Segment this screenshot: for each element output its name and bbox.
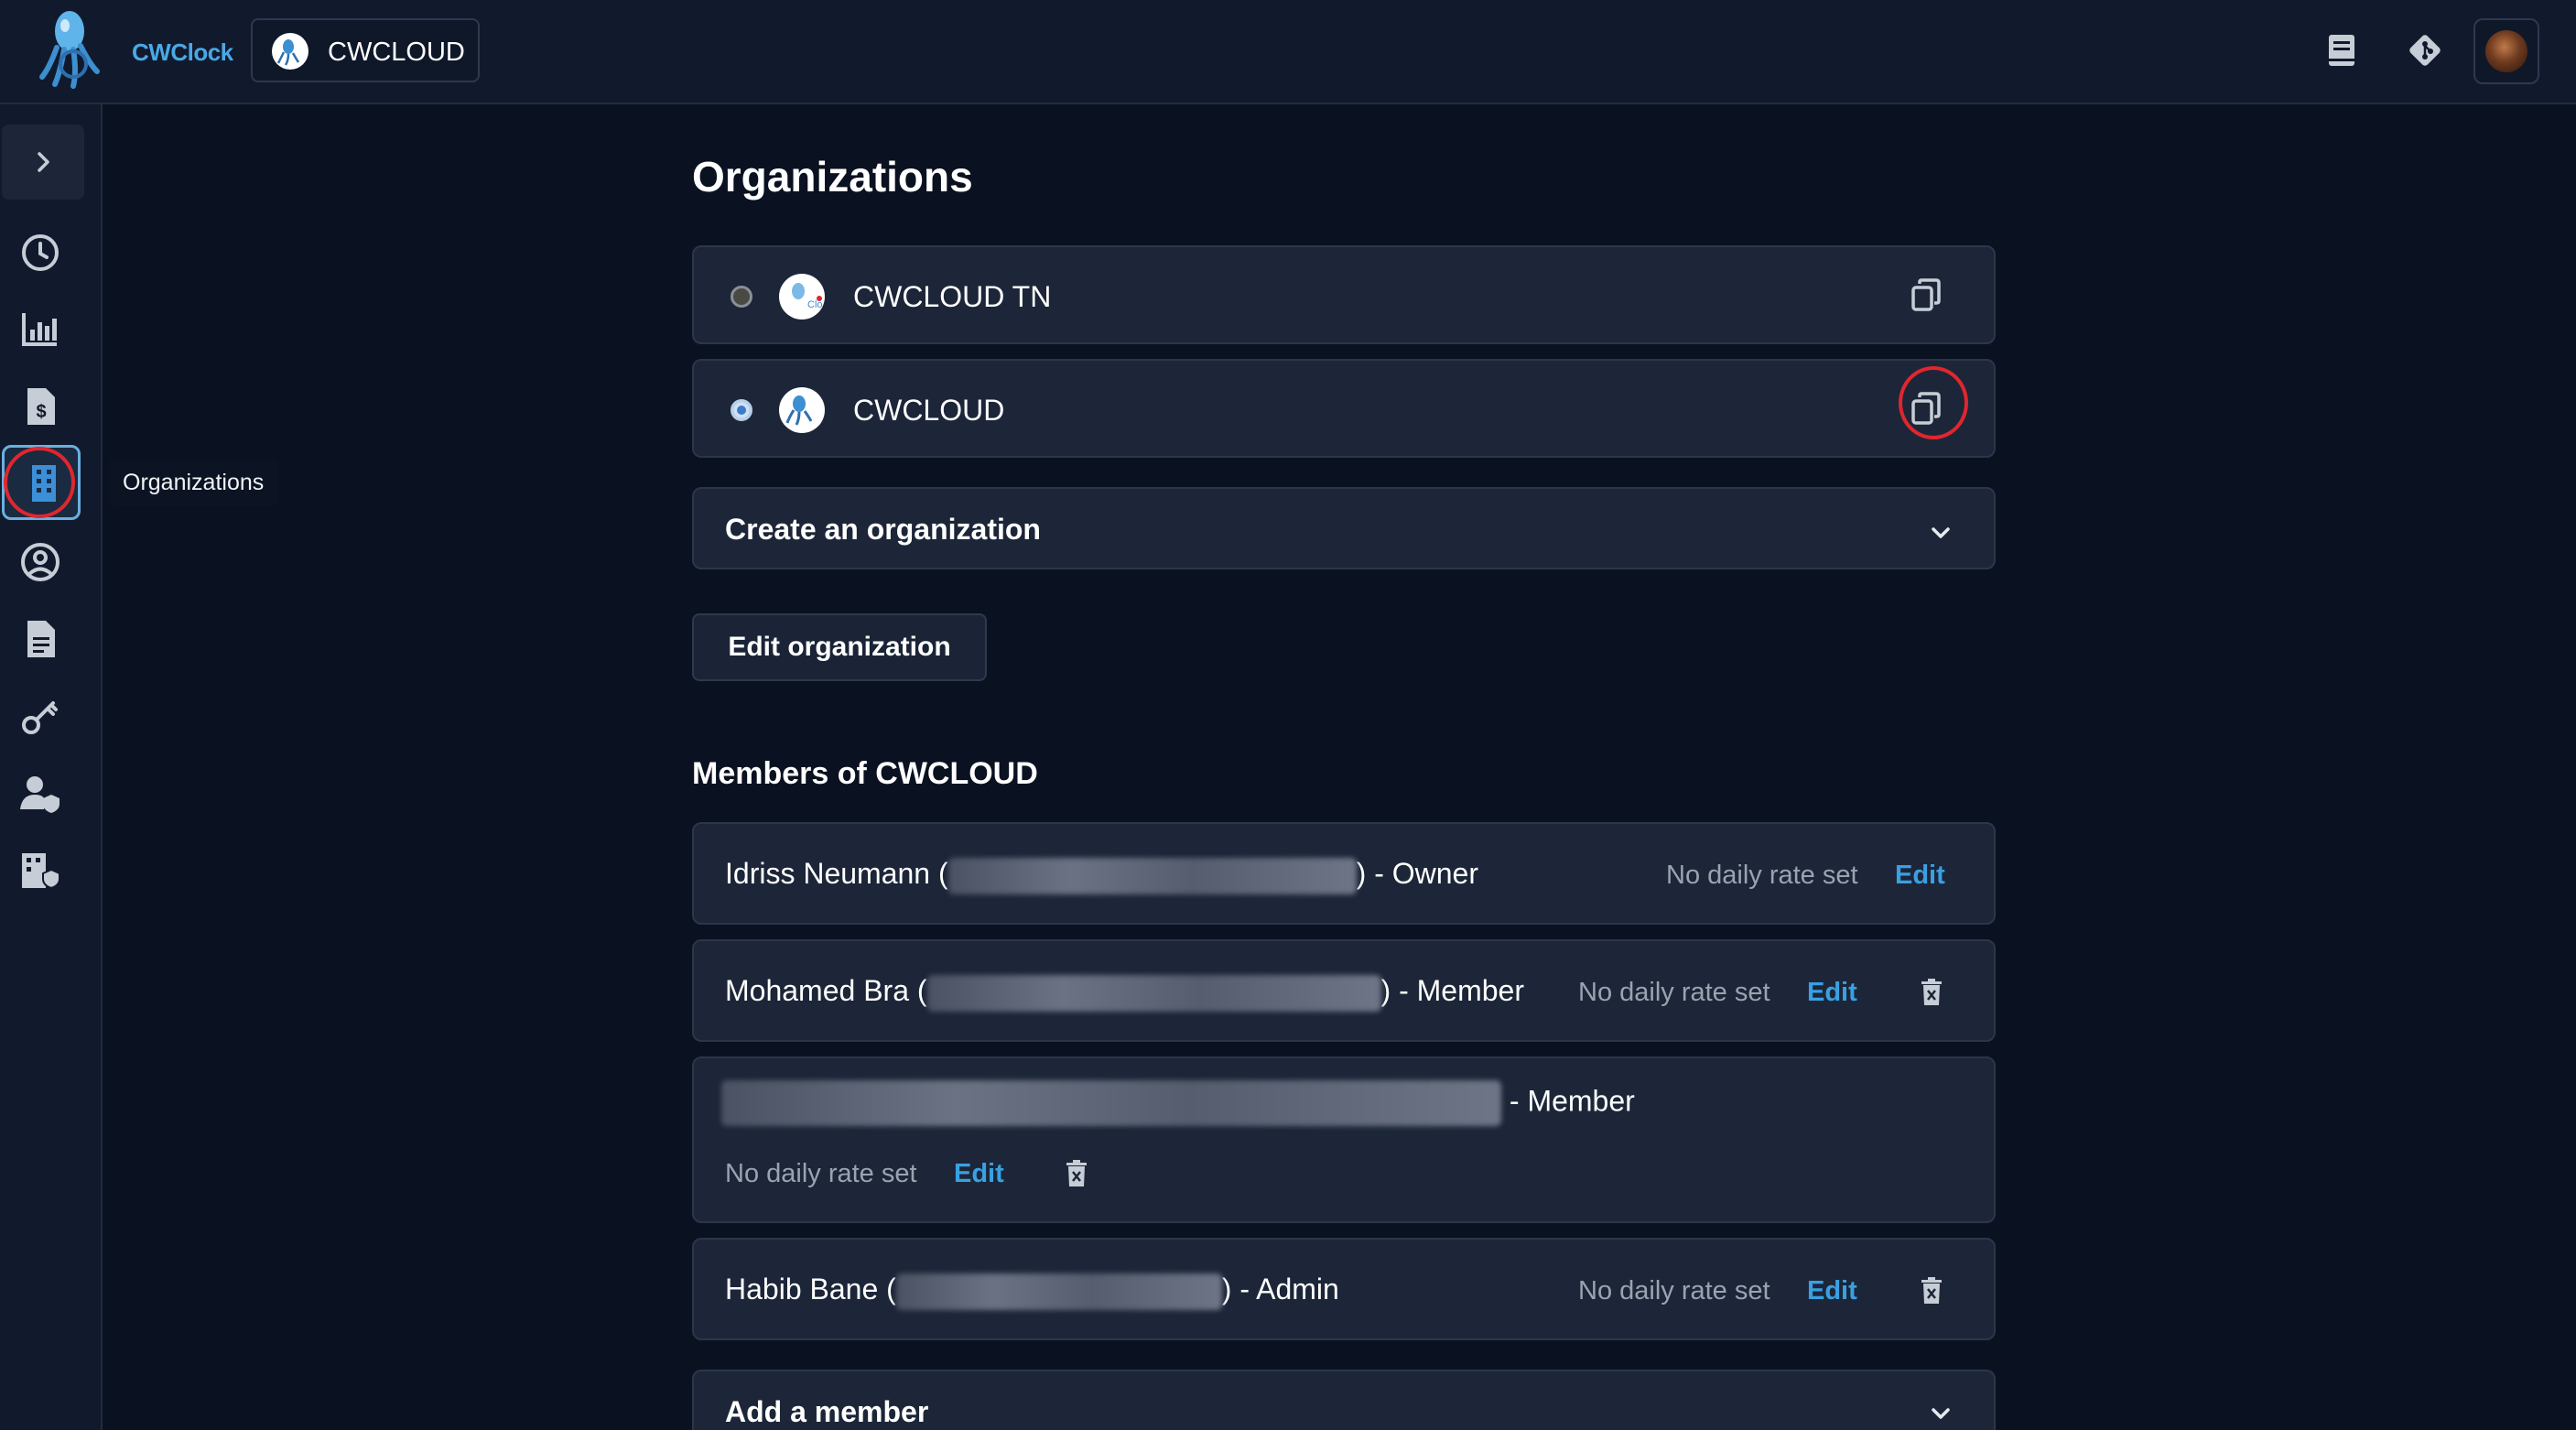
sidebar-expand-button[interactable] bbox=[2, 125, 84, 200]
copy-icon[interactable] bbox=[1904, 275, 1948, 319]
daily-rate: No daily rate set bbox=[1666, 861, 1858, 890]
svg-text:$: $ bbox=[36, 402, 46, 422]
top-header: CWClock CWCLOUD bbox=[0, 0, 2576, 104]
member-role: - Member bbox=[1501, 1084, 1635, 1118]
member-info: Idriss Neumann ( ) - Owner bbox=[725, 857, 1478, 894]
key-icon[interactable] bbox=[16, 692, 64, 740]
docs-icon[interactable] bbox=[2319, 27, 2365, 73]
org-radio[interactable] bbox=[731, 286, 752, 308]
building-shield-icon[interactable] bbox=[16, 846, 64, 894]
member-row: Idriss Neumann ( ) - Owner No daily rate … bbox=[692, 822, 1996, 925]
trash-icon[interactable] bbox=[1913, 974, 1950, 1011]
brand-logo[interactable]: CWClock bbox=[37, 4, 233, 92]
members-title: Members of CWCLOUD bbox=[692, 756, 1038, 791]
org-row-cwcloud-tn[interactable]: Clo CWCLOUD TN bbox=[692, 245, 1996, 344]
chevron-down-icon bbox=[1932, 527, 1950, 538]
trash-icon[interactable] bbox=[1913, 1273, 1950, 1309]
chevron-right-icon bbox=[38, 152, 49, 172]
member-name: Mohamed Bra ( bbox=[725, 974, 927, 1007]
highlight-ring bbox=[1899, 366, 1968, 439]
user-avatar[interactable] bbox=[2473, 18, 2539, 84]
member-role: ) - Member bbox=[1380, 974, 1524, 1007]
daily-rate: No daily rate set bbox=[1578, 1276, 1770, 1305]
org-logo-icon: Clo bbox=[779, 274, 825, 320]
daily-rate: No daily rate set bbox=[1578, 978, 1770, 1007]
redacted-email bbox=[947, 857, 1357, 894]
redacted-email bbox=[895, 1273, 1222, 1310]
member-info: - Member bbox=[721, 1080, 1635, 1126]
octopus-logo-icon bbox=[39, 11, 100, 89]
user-circle-icon[interactable] bbox=[16, 538, 64, 586]
member-name: Idriss Neumann ( bbox=[725, 857, 948, 890]
create-org-accordion[interactable]: Create an organization bbox=[692, 487, 1996, 569]
member-role: ) - Admin bbox=[1221, 1273, 1339, 1305]
clock-icon[interactable] bbox=[16, 229, 64, 276]
org-switcher-label: CWCLOUD bbox=[328, 38, 465, 67]
chevron-down-icon bbox=[1932, 1408, 1950, 1419]
org-radio-selected[interactable] bbox=[731, 399, 752, 421]
org-row-cwcloud[interactable]: CWCLOUD bbox=[692, 359, 1996, 458]
member-row: Mohamed Bra ( ) - Member No daily rate se… bbox=[692, 939, 1996, 1042]
member-row: - Member No daily rate set Edit bbox=[692, 1056, 1996, 1223]
highlight-ring bbox=[4, 447, 75, 518]
document-icon[interactable] bbox=[16, 615, 64, 663]
org-name: CWCLOUD bbox=[853, 394, 1005, 427]
page-title: Organizations bbox=[692, 153, 973, 200]
edit-member-link[interactable]: Edit bbox=[1807, 1276, 1857, 1306]
git-icon[interactable] bbox=[2402, 27, 2448, 73]
user-shield-icon[interactable] bbox=[16, 769, 64, 817]
member-role: ) - Owner bbox=[1356, 857, 1478, 890]
member-row: Habib Bane () - Admin No daily rate set … bbox=[692, 1238, 1996, 1340]
member-name: Habib Bane ( bbox=[725, 1273, 896, 1305]
edit-member-link[interactable]: Edit bbox=[1807, 978, 1857, 1008]
org-name: CWCLOUD TN bbox=[853, 280, 1052, 313]
sidebar: $ bbox=[0, 104, 103, 1430]
edit-member-link[interactable]: Edit bbox=[954, 1159, 1004, 1189]
org-switcher-button[interactable]: CWCLOUD bbox=[251, 18, 480, 82]
member-info: Mohamed Bra ( ) - Member bbox=[725, 974, 1524, 1012]
org-logo-icon bbox=[779, 387, 825, 433]
sidebar-tooltip: Organizations bbox=[108, 460, 279, 505]
daily-rate: No daily rate set bbox=[725, 1159, 917, 1188]
redacted-email bbox=[926, 974, 1381, 1012]
member-info: Habib Bane ( ) - Admin bbox=[725, 1273, 1339, 1310]
create-org-label: Create an organization bbox=[725, 513, 1041, 546]
invoice-icon[interactable]: $ bbox=[16, 383, 64, 430]
edit-member-link[interactable]: Edit bbox=[1895, 861, 1945, 891]
edit-organization-button[interactable]: Edit organization bbox=[692, 613, 987, 681]
redacted-name-email bbox=[721, 1080, 1501, 1126]
org-logo-icon bbox=[272, 33, 308, 70]
add-member-label: Add a member bbox=[725, 1395, 929, 1428]
bar-chart-icon[interactable] bbox=[16, 306, 64, 353]
add-member-accordion[interactable]: Add a member bbox=[692, 1370, 1996, 1430]
trash-icon[interactable] bbox=[1058, 1155, 1095, 1192]
brand-name: CWClock bbox=[132, 38, 233, 66]
avatar-image bbox=[2485, 30, 2527, 72]
